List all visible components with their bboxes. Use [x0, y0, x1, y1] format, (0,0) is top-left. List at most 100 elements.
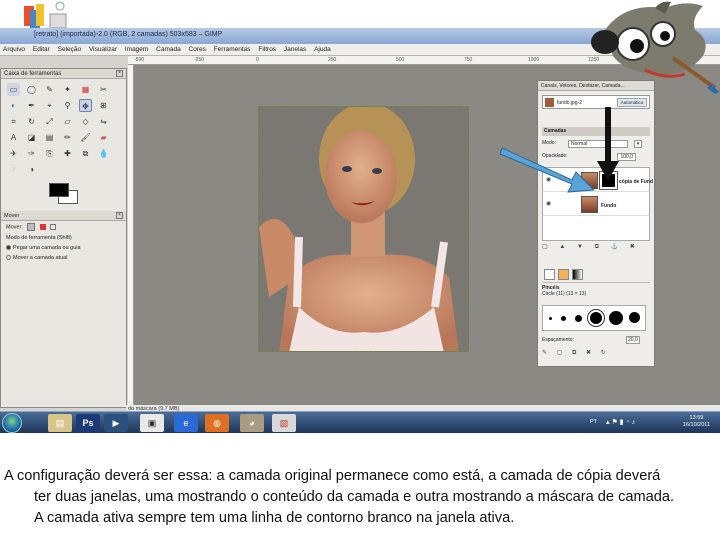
- chevron-down-icon[interactable]: ▾: [634, 140, 642, 148]
- ie-icon[interactable]: e: [174, 414, 198, 432]
- color-swatches[interactable]: [49, 183, 79, 205]
- shear-icon[interactable]: ▱: [61, 115, 74, 128]
- duplicate-layer-icon[interactable]: ⧉: [595, 244, 599, 250]
- ellipse-select-icon[interactable]: ◯: [25, 83, 38, 96]
- tray-icons[interactable]: ▴ ⚑ ▮ ◔ ♪: [606, 418, 635, 426]
- bucket-fill-icon[interactable]: ◪: [25, 131, 38, 144]
- pattern-tab-icon[interactable]: [558, 269, 569, 280]
- paths-icon[interactable]: ✒: [25, 99, 38, 112]
- path-mode-icon[interactable]: [50, 224, 57, 230]
- menu-arquivo[interactable]: Arquivo: [0, 44, 28, 53]
- pencil-icon[interactable]: ✏: [61, 131, 74, 144]
- brush-item[interactable]: [561, 316, 566, 321]
- scale-icon[interactable]: ⤢: [43, 115, 56, 128]
- start-button[interactable]: [2, 413, 22, 433]
- rotate-icon[interactable]: ↻: [25, 115, 38, 128]
- text-icon[interactable]: A: [7, 131, 20, 144]
- menu-editar[interactable]: Editar: [30, 44, 53, 53]
- gradient-tab-icon[interactable]: [572, 269, 583, 280]
- ruler-tick: -250: [194, 57, 205, 63]
- explorer-icon[interactable]: ▤: [48, 414, 72, 432]
- perspective-clone-icon[interactable]: ⧉: [79, 147, 92, 160]
- move-icon[interactable]: ✥: [79, 99, 92, 112]
- edit-brush-icon[interactable]: ✎: [542, 350, 547, 356]
- ink-icon[interactable]: ✑: [25, 147, 38, 160]
- foreground-color[interactable]: [49, 183, 69, 197]
- anchor-icon[interactable]: ⚓: [611, 244, 618, 250]
- eye-icon[interactable]: ◉: [546, 201, 554, 207]
- zoom-icon[interactable]: ⚲: [61, 99, 74, 112]
- eraser-icon[interactable]: ▰: [97, 131, 110, 144]
- selection-mode-icon[interactable]: [39, 224, 46, 230]
- brush-item[interactable]: [575, 315, 582, 322]
- foreground-select-icon[interactable]: ◐: [7, 99, 20, 112]
- close-icon[interactable]: ×: [116, 70, 123, 77]
- close-icon[interactable]: ×: [116, 212, 123, 219]
- raise-layer-icon[interactable]: ▲: [559, 244, 565, 250]
- airbrush-icon[interactable]: ✈: [7, 147, 20, 160]
- ruler-tick: 500: [396, 57, 405, 63]
- rect-select-icon[interactable]: ▭: [7, 83, 20, 96]
- heal-icon[interactable]: ✚: [61, 147, 74, 160]
- brush-item-selected[interactable]: [587, 309, 605, 327]
- delete-icon[interactable]: ✖: [630, 244, 635, 250]
- free-select-icon[interactable]: ✎: [43, 83, 56, 96]
- caption-line: ter duas janelas, uma mostrando o conteú…: [34, 489, 675, 505]
- new-brush-icon[interactable]: ▢: [557, 350, 563, 356]
- portrait-image[interactable]: [258, 106, 469, 352]
- menu-filtros[interactable]: Filtros: [255, 44, 279, 53]
- clone-icon[interactable]: ⎘: [43, 147, 56, 160]
- clock-date: 16/10/2011: [682, 422, 710, 428]
- brush-tab-icon[interactable]: [544, 269, 555, 280]
- ruler-tick: -500: [134, 57, 145, 63]
- smudge-icon[interactable]: ☞: [7, 163, 20, 176]
- brush-item[interactable]: [609, 311, 623, 325]
- flip-icon[interactable]: ⇋: [97, 115, 110, 128]
- viewer-icon[interactable]: ▧: [272, 414, 296, 432]
- layer-mode-icon[interactable]: [27, 223, 36, 231]
- option-pick-layer[interactable]: Pegar uma camada ou guia: [1, 243, 126, 253]
- duplicate-brush-icon[interactable]: ⧉: [572, 350, 576, 356]
- blur-icon[interactable]: 💧: [97, 147, 110, 160]
- color-picker-icon[interactable]: ⌖: [43, 99, 56, 112]
- brush-item[interactable]: [549, 317, 552, 320]
- clock[interactable]: 13:59 16/10/2011: [683, 415, 710, 429]
- blend-icon[interactable]: ▤: [43, 131, 56, 144]
- layer-name[interactable]: Fundo: [601, 203, 616, 209]
- spacing-value[interactable]: 20,0: [626, 336, 640, 344]
- menu-cores[interactable]: Cores: [186, 44, 209, 53]
- media-icon[interactable]: ▶: [104, 414, 128, 432]
- window-icon[interactable]: ▣: [140, 414, 164, 432]
- photoshop-icon[interactable]: Ps: [76, 414, 100, 432]
- new-layer-icon[interactable]: ▢: [542, 244, 548, 250]
- dodge-icon[interactable]: ◑: [25, 163, 38, 176]
- auto-button[interactable]: Automático: [617, 98, 647, 107]
- language-indicator[interactable]: PT: [590, 419, 597, 425]
- menu-ajuda[interactable]: Ajuda: [311, 44, 334, 53]
- menu-ferramentas[interactable]: Ferramentas: [211, 44, 254, 53]
- color-select-icon[interactable]: ▦: [79, 83, 92, 96]
- menu-camada[interactable]: Camada: [153, 44, 184, 53]
- fuzzy-select-icon[interactable]: ✦: [61, 83, 74, 96]
- align-icon[interactable]: ⊞: [97, 99, 110, 112]
- firefox-icon[interactable]: ◍: [205, 414, 229, 432]
- paintbrush-icon[interactable]: 🖌: [79, 131, 92, 144]
- lower-layer-icon[interactable]: ▼: [577, 244, 583, 250]
- menu-visualizar[interactable]: Visualizar: [86, 44, 120, 53]
- layer-name[interactable]: cópia de Fund: [619, 179, 653, 185]
- brush-item[interactable]: [629, 312, 640, 323]
- gimp-task-icon[interactable]: ◕: [240, 414, 264, 432]
- crop-icon[interactable]: ⌗: [7, 115, 20, 128]
- perspective-icon[interactable]: ◇: [79, 115, 92, 128]
- toolbox-header: Caixa de ferramentas ×: [1, 69, 126, 79]
- radio-icon[interactable]: [6, 255, 11, 261]
- radio-selected-icon[interactable]: [6, 245, 11, 251]
- delete-brush-icon[interactable]: ✖: [586, 350, 591, 356]
- refresh-icon[interactable]: ↻: [601, 350, 606, 356]
- menu-selecao[interactable]: Seleção: [55, 44, 85, 53]
- menu-imagem[interactable]: Imagem: [122, 44, 151, 53]
- scissors-icon[interactable]: ✂: [97, 83, 110, 96]
- spacing-label: Espaçamento:: [542, 337, 574, 343]
- menu-janelas[interactable]: Janelas: [281, 44, 309, 53]
- option-move-active[interactable]: Mover a camada atual: [1, 253, 126, 263]
